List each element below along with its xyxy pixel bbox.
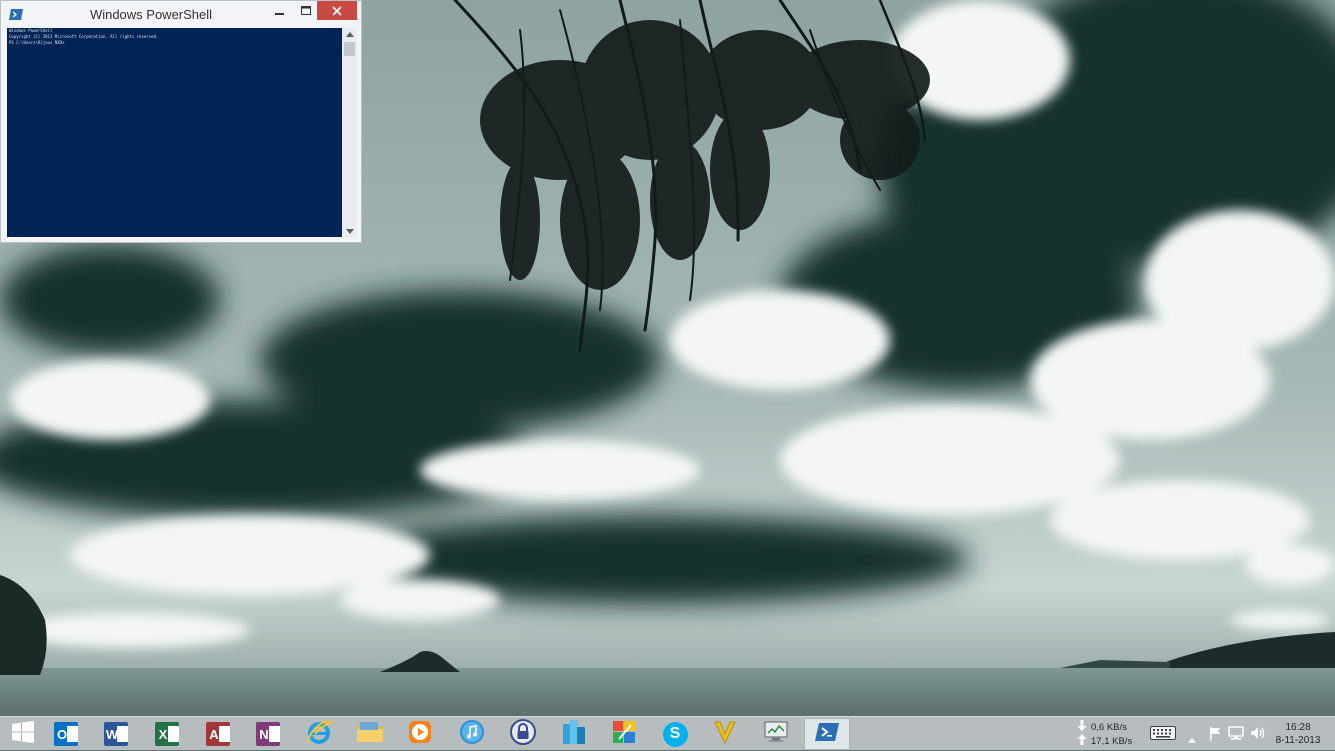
excel-icon: X: [155, 722, 179, 746]
start-button[interactable]: [0, 718, 46, 750]
outlook-icon: O: [54, 722, 78, 746]
taskbar-item-keepass[interactable]: [500, 718, 546, 750]
download-speed: 0,6 KB/s: [1091, 721, 1127, 733]
taskbar-item-azure[interactable]: [551, 718, 597, 750]
itunes-icon: [459, 719, 485, 750]
upload-arrow-icon: [1077, 734, 1091, 748]
network-icon[interactable]: [1228, 726, 1244, 745]
window-title: Windows PowerShell: [89, 7, 213, 22]
vertical-scrollbar[interactable]: [342, 28, 357, 237]
windows-logo-icon: [12, 720, 34, 748]
taskbar: O W X A N S 0,6 KB/s 17,1 KB/s 16:28 8-1…: [0, 716, 1335, 750]
maximize-button[interactable]: [293, 1, 319, 20]
close-button[interactable]: [317, 1, 357, 20]
taskbar-item-paint[interactable]: [601, 718, 647, 750]
internet-explorer-icon: [305, 718, 334, 751]
speaker-icon[interactable]: [1250, 726, 1265, 745]
taskbar-item-outlook[interactable]: O: [43, 718, 89, 750]
download-arrow-icon: [1077, 720, 1091, 734]
taskbar-item-task-manager[interactable]: [753, 718, 799, 750]
taskbar-item-file-explorer[interactable]: [347, 718, 393, 750]
network-speed-meter: 0,6 KB/s 17,1 KB/s: [1077, 720, 1141, 748]
powershell-icon: [815, 722, 839, 747]
monitor-icon: [763, 720, 789, 749]
taskbar-item-access[interactable]: A: [195, 718, 241, 750]
scroll-up-arrow-icon[interactable]: [342, 28, 357, 40]
system-clock[interactable]: 16:28 8-11-2013: [1268, 721, 1328, 747]
upload-speed: 17,1 KB/s: [1091, 735, 1133, 747]
taskbar-item-media-player[interactable]: [397, 718, 443, 750]
scrollbar-thumb[interactable]: [344, 42, 355, 56]
minimize-button[interactable]: [263, 1, 297, 20]
chevron-up-icon[interactable]: [1188, 730, 1196, 748]
clock-time: 16:28: [1285, 722, 1311, 733]
keyboard-icon[interactable]: [1150, 726, 1176, 745]
access-icon: A: [206, 722, 230, 746]
taskbar-item-onenote[interactable]: N: [245, 718, 291, 750]
taskbar-item-word[interactable]: W: [93, 718, 139, 750]
taskbar-item-skype[interactable]: S: [652, 718, 698, 750]
powershell-window[interactable]: Windows PowerShell Windows PowerShell Co…: [0, 0, 362, 243]
taskbar-item-powershell[interactable]: [804, 718, 850, 750]
word-icon: W: [104, 722, 128, 746]
flag-icon[interactable]: [1209, 727, 1221, 746]
v-icon: [712, 719, 738, 750]
console-prompt: PS C:\Users\Rijnus NXD>: [9, 40, 65, 45]
clock-date: 8-11-2013: [1275, 735, 1321, 746]
taskbar-item-itunes[interactable]: [449, 718, 495, 750]
taskbar-item-vim[interactable]: [702, 718, 748, 750]
padlock-icon: [510, 718, 536, 750]
palette-icon: [611, 719, 637, 750]
window-titlebar[interactable]: Windows PowerShell: [1, 1, 361, 27]
skype-icon: S: [662, 721, 688, 747]
folder-icon: [356, 720, 384, 749]
scroll-down-arrow-icon[interactable]: [342, 225, 357, 237]
console-output[interactable]: Windows PowerShell Copyright (C) 2013 Mi…: [7, 28, 342, 237]
taskbar-item-excel[interactable]: X: [144, 718, 190, 750]
blue-buildings-icon: [561, 718, 587, 751]
media-player-icon: [407, 719, 433, 750]
onenote-icon: N: [256, 722, 280, 746]
taskbar-item-internet-explorer[interactable]: [296, 718, 342, 750]
